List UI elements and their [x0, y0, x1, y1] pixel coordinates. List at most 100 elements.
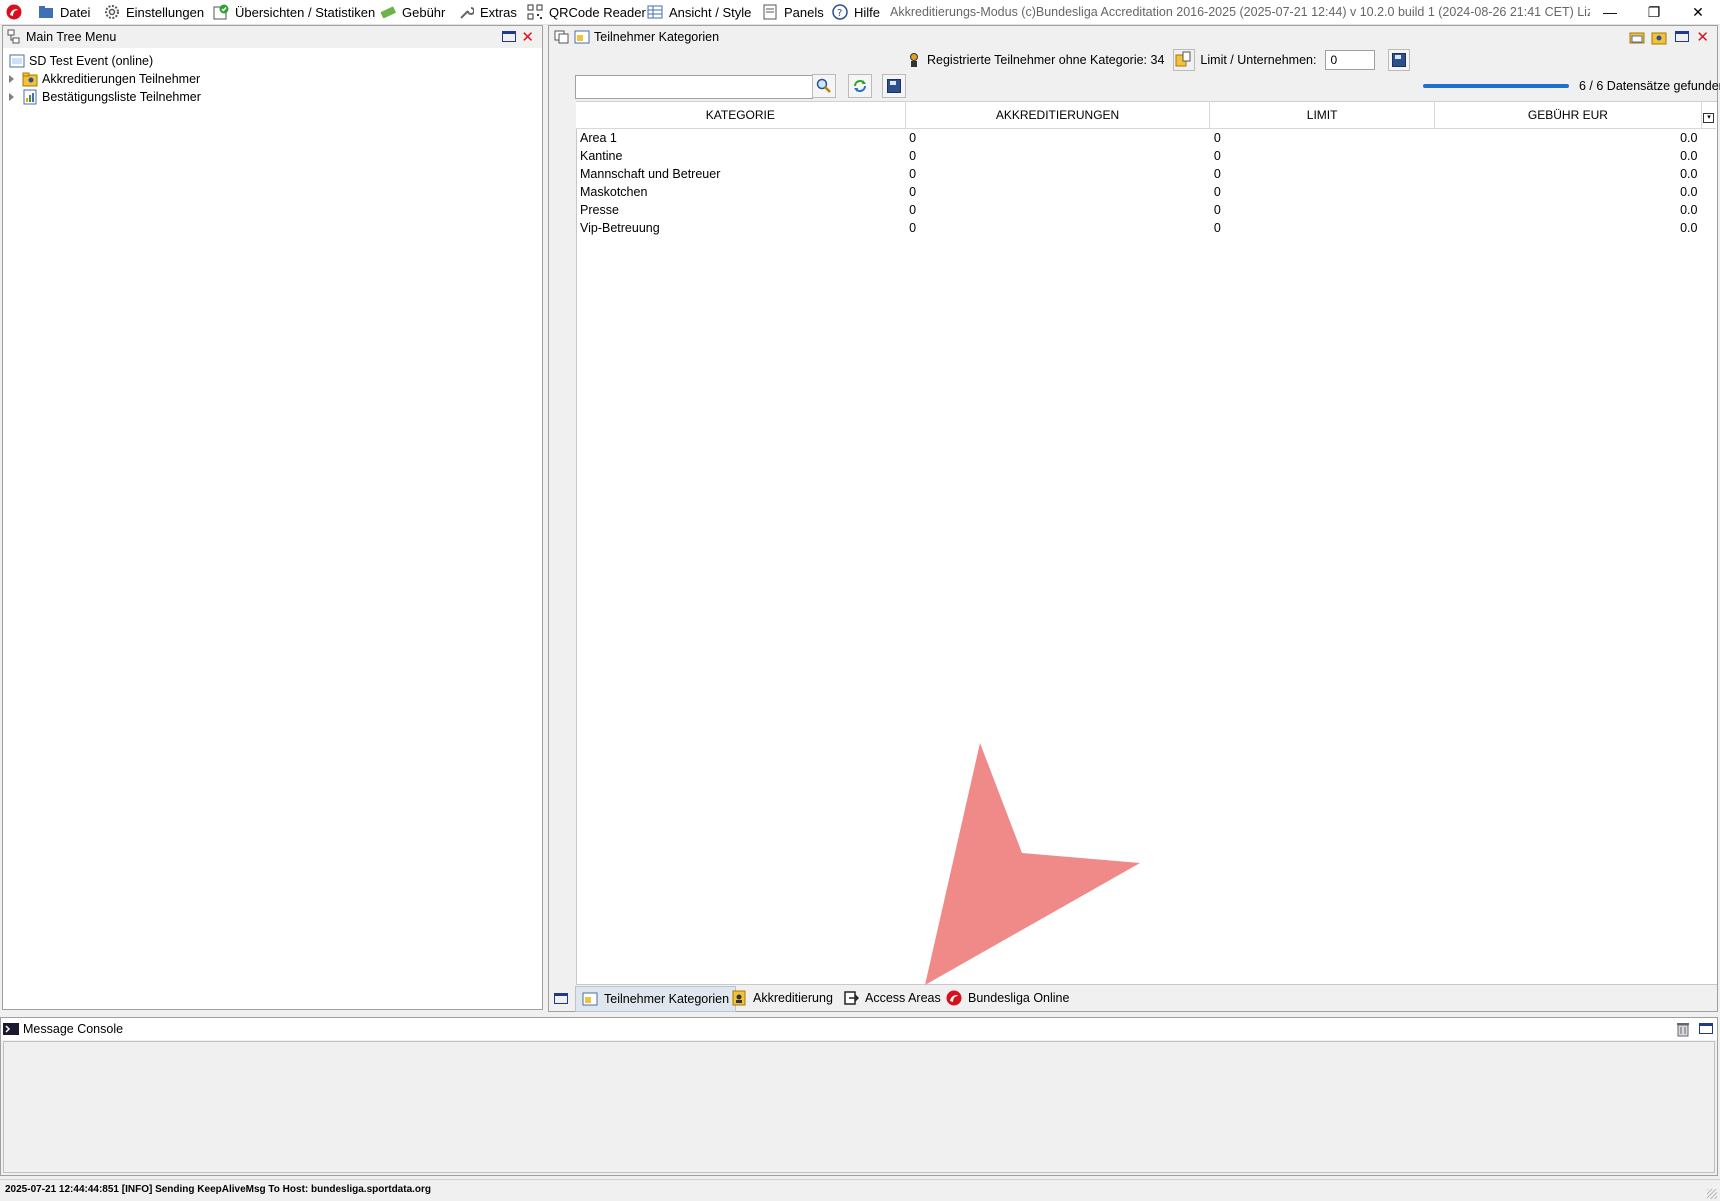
cell-gebuehr: 0.0 [1680, 167, 1698, 181]
registered-without-category: Registrierte Teilnehmer ohne Kategorie: … [927, 53, 1165, 67]
close-tree-button[interactable]: ✕ [521, 28, 534, 46]
menubar: Datei Einstellungen Übersichten / Statis… [0, 0, 1720, 25]
column-chooser-icon: ▾ [1703, 112, 1715, 123]
menu-uebersichten[interactable]: Übersichten / Statistiken [213, 0, 375, 24]
tree-item-akkreditierungen[interactable]: Akkreditierungen Teilnehmer [9, 70, 200, 88]
tab-list-button[interactable] [552, 990, 570, 1006]
tree-root-label: SD Test Event (online) [29, 54, 154, 68]
cell-spacer [1701, 147, 1716, 165]
limit-label: Limit / Unternehmen: [1200, 53, 1317, 67]
menu-panels[interactable]: Panels [762, 0, 824, 24]
window-list-icon[interactable] [554, 29, 570, 45]
tree-item-bestaetigungsliste[interactable]: Bestätigungsliste Teilnehmer [9, 88, 201, 106]
user-icon [906, 52, 922, 68]
maximize-main-button[interactable] [1675, 31, 1689, 42]
menu-einstellungen[interactable]: Einstellungen [104, 0, 204, 24]
refresh-icon [854, 80, 866, 92]
expand-arrow-icon[interactable] [9, 93, 14, 101]
menu-gebuehr[interactable]: Gebühr [380, 0, 445, 24]
qrcode-icon [527, 4, 543, 20]
resize-grip-icon[interactable] [1707, 1189, 1717, 1199]
table-row[interactable]: Mannschaft und Betreuer 0 0 0.0 [576, 165, 1716, 183]
gear-icon [104, 4, 120, 20]
menu-gebuehr-label: Gebühr [402, 4, 446, 20]
tree-panel-header: Main Tree Menu ✕ [3, 26, 542, 48]
column-header-akkreditierungen[interactable]: AKKREDITIERUNGEN [905, 101, 1211, 129]
folder-icon [38, 4, 54, 20]
cell-kategorie: Kantine [580, 149, 623, 163]
console-output [3, 1041, 1715, 1173]
close-window-button[interactable]: ✕ [1676, 0, 1720, 24]
enter-icon [843, 990, 860, 1006]
menu-qrcode-label: QRCode Reader [549, 4, 646, 20]
menu-datei[interactable]: Datei [38, 0, 90, 24]
column-header-gebuehr[interactable]: GEBÜHR EUR [1434, 101, 1702, 129]
cell-gebuehr: 0.0 [1680, 203, 1698, 217]
event-icon [9, 53, 25, 69]
records-found: 6 / 6 Datensätze gefunden [1579, 79, 1720, 93]
restore-button[interactable]: ❐ [1632, 0, 1676, 24]
message-console-panel: Message Console [0, 1017, 1718, 1176]
menu-extras[interactable]: Extras [458, 0, 517, 24]
limit-input[interactable] [1325, 50, 1376, 70]
maximize-tree-button[interactable] [502, 31, 516, 42]
save-limit-button[interactable] [1388, 49, 1411, 71]
maximize-console-button[interactable] [1699, 1023, 1713, 1034]
menu-datei-label: Datei [60, 4, 91, 20]
limit-icon[interactable] [1173, 49, 1196, 71]
pointer-arrow-overlay [925, 743, 1140, 985]
tree-root[interactable]: SD Test Event (online) [9, 52, 153, 70]
tree-item-label: Bestätigungsliste Teilnehmer [42, 90, 201, 104]
menu-panels-label: Panels [784, 4, 824, 20]
cell-kategorie: Presse [580, 203, 619, 217]
menu-hilfe[interactable]: ? Hilfe [832, 0, 880, 24]
table-row[interactable]: Presse 0 0 0.0 [576, 201, 1716, 219]
console-title: Message Console [23, 1022, 124, 1036]
panels-icon [762, 4, 778, 20]
main-tree-panel: Main Tree Menu ✕ SD Test Event (online) … [2, 25, 543, 1010]
cell-gebuehr: 0.0 [1680, 131, 1698, 145]
cell-limit: 0 [1213, 167, 1221, 181]
menu-extras-label: Extras [480, 4, 517, 20]
save-icon [887, 79, 901, 93]
tab-akkreditierung[interactable]: Akkreditierung [725, 986, 839, 1010]
close-main-button[interactable]: ✕ [1696, 28, 1709, 46]
column-header-kategorie[interactable]: KATEGORIE [576, 101, 906, 129]
search-icon [816, 78, 831, 93]
cell-gebuehr: 0.0 [1680, 185, 1698, 199]
cell-kategorie: Vip-Betreuung [580, 221, 660, 235]
column-chooser[interactable]: ▾ [1701, 101, 1716, 129]
cell-spacer [1701, 201, 1716, 219]
table-row[interactable]: Area 1 0 0 0.0 [576, 129, 1716, 148]
menu-qrcode-reader[interactable]: QRCode Reader [527, 0, 646, 24]
save-icon [1392, 53, 1407, 67]
categories-icon [574, 29, 590, 45]
statistics-icon [213, 4, 229, 20]
menu-uebersichten-label: Übersichten / Statistiken [235, 4, 376, 20]
tab-teilnehmer-kategorien[interactable]: Teilnehmer Kategorien [575, 986, 737, 1012]
info-toolbar: Registrierte Teilnehmer ohne Kategorie: … [906, 49, 1411, 71]
menu-ansicht-style[interactable]: Ansicht / Style [647, 0, 751, 24]
wrench-icon [458, 4, 475, 20]
table-row[interactable]: Vip-Betreuung 0 0 0.0 [576, 219, 1716, 237]
column-header-limit[interactable]: LIMIT [1209, 101, 1435, 129]
table-row[interactable]: Maskotchen 0 0 0.0 [576, 183, 1716, 201]
trash-icon[interactable] [1675, 1021, 1691, 1037]
export-button[interactable] [882, 74, 906, 98]
users-folder-icon[interactable] [1651, 29, 1667, 45]
search-button[interactable] [812, 74, 836, 98]
search-input[interactable] [575, 75, 813, 99]
table-row[interactable]: Kantine 0 0 0.0 [576, 147, 1716, 165]
expand-arrow-icon[interactable] [9, 75, 14, 83]
minimize-button[interactable]: — [1588, 0, 1632, 24]
cell-kategorie: Maskotchen [580, 185, 648, 199]
cell-akkreditierungen: 0 [909, 185, 917, 199]
money-icon [380, 4, 396, 20]
open-folder-icon[interactable] [1629, 29, 1645, 45]
console-header: Message Console [1, 1018, 1717, 1040]
badge-icon [731, 990, 747, 1006]
status-bar: 2025-07-21 12:44:44:851 [INFO] Sending K… [0, 1179, 1720, 1201]
refresh-button[interactable] [848, 74, 872, 98]
app-logo-icon[interactable] [6, 4, 22, 23]
cell-kategorie: Mannschaft und Betreuer [580, 167, 721, 181]
